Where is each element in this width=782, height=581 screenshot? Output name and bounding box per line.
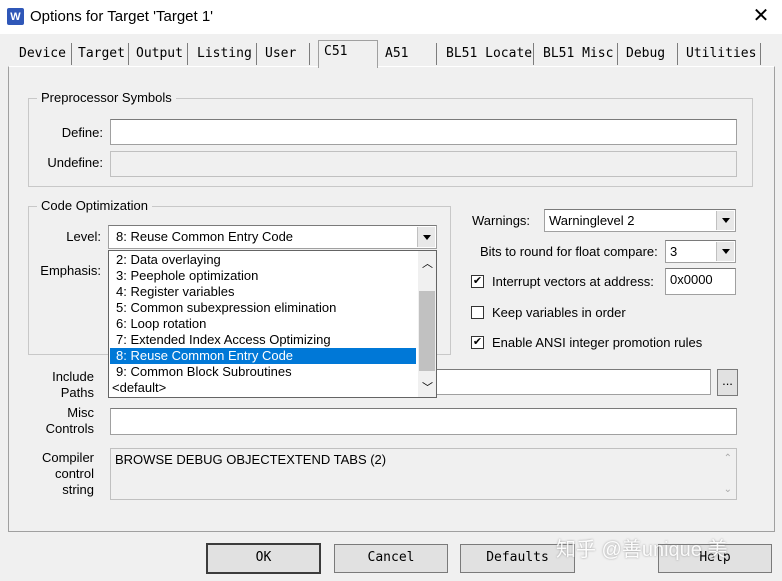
chevron-down-icon [422, 234, 431, 240]
level-option[interactable]: 9: Common Block Subroutines [110, 364, 416, 380]
compiler-control-string: BROWSE DEBUG OBJECTEXTEND TABS (2) ⌃ ⌄ [110, 448, 737, 500]
ansi-promotion-label: Enable ANSI integer promotion rules [492, 335, 703, 350]
keep-variables-checkbox[interactable] [471, 306, 484, 319]
emphasis-label: Emphasis: [40, 263, 101, 278]
tab-listing[interactable]: Listing [192, 43, 257, 65]
tab-output[interactable]: Output [131, 43, 188, 65]
tab-debug[interactable]: Debug [621, 43, 678, 65]
include-paths-label-line2: Paths [60, 385, 94, 400]
warnings-select[interactable]: Warninglevel 2 [544, 209, 736, 232]
warnings-label: Warnings: [472, 213, 531, 228]
tab-bl51-locate[interactable]: BL51 Locate [441, 43, 534, 65]
level-option[interactable]: 5: Common subexpression elimination [110, 300, 416, 316]
tab-user[interactable]: User [260, 43, 310, 65]
interrupt-vectors-label: Interrupt vectors at address: [492, 274, 654, 289]
define-label: Define: [61, 125, 103, 140]
scroll-down-icon[interactable]: ﹀ [422, 379, 433, 395]
bits-round-select[interactable]: 3 [665, 240, 736, 263]
misc-controls-label-line2: Controls [45, 421, 94, 436]
compiler-string-label-line2: control [54, 466, 94, 481]
level-option[interactable]: 4: Register variables [110, 284, 416, 300]
undefine-input[interactable] [110, 151, 737, 177]
level-option[interactable]: <default> [110, 380, 416, 396]
misc-controls-label-line1: Misc [67, 405, 94, 420]
scroll-down-icon[interactable]: ⌄ [724, 484, 732, 495]
level-option[interactable]: 6: Loop rotation [110, 316, 416, 332]
level-dropdown-arrow[interactable] [417, 227, 435, 247]
compiler-control-string-value: BROWSE DEBUG OBJECTEXTEND TABS (2) [115, 452, 387, 467]
bits-round-label: Bits to round for float compare: [480, 244, 658, 259]
include-paths-label-line1: Include [52, 369, 94, 384]
bits-round-dropdown-arrow[interactable] [716, 242, 734, 261]
warnings-dropdown-arrow[interactable] [716, 211, 734, 230]
compiler-string-label-line1: Compiler [41, 450, 94, 465]
code-optimization-legend: Code Optimization [37, 198, 152, 213]
level-select[interactable]: 8: Reuse Common Entry Code [108, 225, 437, 249]
warnings-value: Warninglevel 2 [549, 213, 635, 228]
close-icon[interactable]: ✕ [749, 5, 773, 29]
level-option-selected[interactable]: 8: Reuse Common Entry Code [110, 348, 416, 364]
tab-utilities[interactable]: Utilities [681, 43, 761, 65]
compiler-string-label-line3: string [62, 482, 94, 497]
bits-round-value: 3 [670, 244, 678, 259]
include-paths-browse-button[interactable]: ... [717, 369, 738, 396]
ansi-promotion-checkbox[interactable]: ✔ [471, 336, 484, 349]
scroll-up-icon[interactable]: ⌃ [724, 453, 732, 464]
chevron-down-icon [721, 249, 730, 254]
misc-controls-input[interactable] [110, 408, 737, 435]
define-input[interactable] [110, 119, 737, 145]
watermark: 知乎 @善unique 美 [556, 539, 728, 561]
tab-target[interactable]: Target [73, 43, 129, 65]
undefine-label: Undefine: [47, 155, 103, 170]
scrollbar-thumb[interactable] [419, 291, 435, 371]
level-option[interactable]: 7: Extended Index Access Optimizing [110, 332, 416, 348]
level-option[interactable]: 2: Data overlaying [110, 252, 416, 268]
preprocessor-legend: Preprocessor Symbols [37, 90, 176, 105]
cancel-button[interactable]: Cancel [334, 544, 448, 573]
window-title: Options for Target 'Target 1' [30, 8, 214, 25]
tab-device[interactable]: Device [14, 43, 72, 65]
app-icon: W [7, 8, 24, 25]
tab-a51[interactable]: A51 [380, 43, 437, 65]
ok-button[interactable]: OK [206, 543, 321, 574]
level-option[interactable]: 3: Peephole optimization [110, 268, 416, 284]
scroll-up-icon[interactable]: ︿ [422, 255, 433, 271]
dropdown-scrollbar[interactable]: ︿ ﹀ [418, 251, 436, 397]
tab-c51[interactable]: C51 [318, 40, 378, 68]
interrupt-address-input[interactable]: 0x0000 [665, 268, 736, 295]
tab-bl51-misc[interactable]: BL51 Misc [538, 43, 618, 65]
chevron-down-icon [721, 218, 730, 223]
level-dropdown-list: 2: Data overlaying 3: Peephole optimizat… [108, 250, 437, 398]
interrupt-vectors-checkbox[interactable]: ✔ [471, 275, 484, 288]
level-label: Level: [66, 229, 101, 244]
keep-variables-label: Keep variables in order [492, 305, 626, 320]
level-value: 8: Reuse Common Entry Code [116, 229, 294, 244]
